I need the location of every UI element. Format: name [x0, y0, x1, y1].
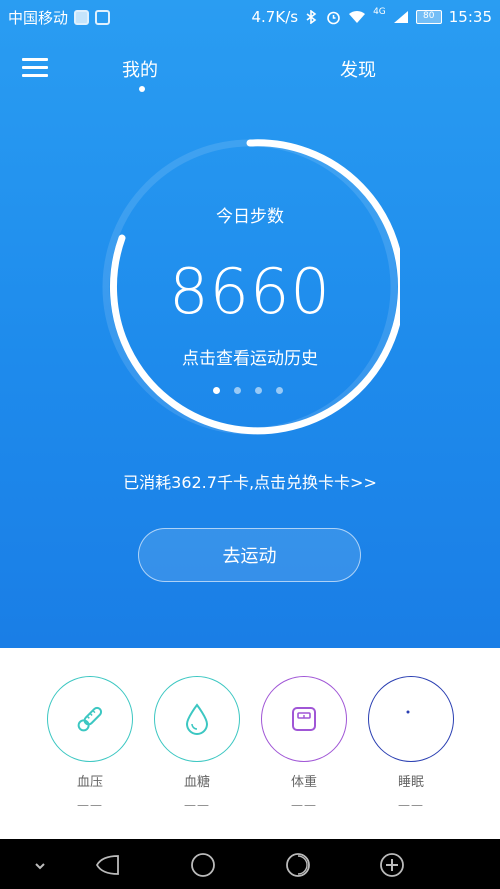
- tab-discover[interactable]: 发现: [340, 56, 376, 82]
- bluetooth-icon: [306, 10, 317, 24]
- blood-pressure-item[interactable]: 血压 ——: [45, 676, 135, 812]
- top-nav: 我的 发现: [0, 48, 500, 98]
- carrier-text: 中国移动: [8, 8, 69, 27]
- status-bar: 中国移动 4.7K/s 4G 80 15:35: [0, 0, 500, 34]
- page-dot: [276, 387, 283, 394]
- thermometer-icon: [77, 706, 103, 732]
- network-type: 4G: [373, 7, 386, 17]
- go-exercise-button[interactable]: 去运动: [138, 528, 361, 582]
- active-tab-indicator: [139, 86, 145, 92]
- weight-circle: [261, 676, 347, 762]
- moon-icon: [400, 708, 421, 730]
- blood-sugar-circle: [154, 676, 240, 762]
- page-dot: [255, 387, 262, 394]
- blood-sugar-item[interactable]: 血糖 ——: [152, 676, 242, 812]
- blood-pressure-label: 血压: [76, 775, 103, 790]
- history-link[interactable]: 点击查看运动历史: [100, 344, 400, 369]
- water-drop-icon: [185, 703, 209, 735]
- sleep-label: 睡眠: [397, 775, 424, 790]
- battery-icon: 80: [415, 10, 442, 24]
- chevron-down-icon[interactable]: [26, 851, 54, 879]
- weight-value: ——: [291, 798, 317, 812]
- recents-icon[interactable]: [284, 851, 312, 879]
- calorie-exchange-link[interactable]: 已消耗362.7千卡,点击兑换卡卡>>: [0, 469, 500, 493]
- blood-sugar-value: ——: [184, 798, 210, 812]
- steps-ring[interactable]: 今日步数 8660 点击查看运动历史: [100, 137, 400, 437]
- app-notification-icon: [95, 9, 111, 25]
- alarm-icon: [327, 11, 340, 24]
- sleep-item[interactable]: 睡眠 ——: [366, 676, 456, 812]
- menu-icon[interactable]: [22, 56, 50, 78]
- page-dot: [234, 387, 241, 394]
- network-speed: 4.7K/s: [251, 8, 299, 26]
- notification-icon: [74, 9, 90, 25]
- home-icon[interactable]: [189, 851, 217, 879]
- signal-icon: [393, 11, 408, 23]
- sleep-circle: [368, 676, 454, 762]
- system-nav-bar: [0, 839, 500, 889]
- back-icon[interactable]: [94, 851, 122, 879]
- page-indicator: [213, 387, 283, 394]
- wifi-icon: [349, 10, 366, 23]
- today-steps-label: 今日步数: [216, 207, 284, 227]
- step-count: 8660: [169, 255, 331, 328]
- scale-icon: [292, 707, 316, 731]
- sleep-value: ——: [398, 798, 424, 812]
- weight-label: 体重: [290, 775, 317, 790]
- health-metrics: 血压 —— 血糖 —— 体重 —— 睡眠 ——: [0, 676, 500, 816]
- blood-sugar-label: 血糖: [183, 775, 210, 790]
- add-icon[interactable]: [378, 851, 406, 879]
- blood-pressure-value: ——: [77, 798, 103, 812]
- blood-pressure-circle: [47, 676, 133, 762]
- page-dot: [213, 387, 220, 394]
- clock-time: 15:35: [448, 8, 492, 26]
- weight-item[interactable]: 体重 ——: [259, 676, 349, 812]
- hero-panel: 中国移动 4.7K/s 4G 80 15:35 我的 发现 今日步数 8660 …: [0, 0, 500, 648]
- tab-mine[interactable]: 我的: [122, 56, 158, 82]
